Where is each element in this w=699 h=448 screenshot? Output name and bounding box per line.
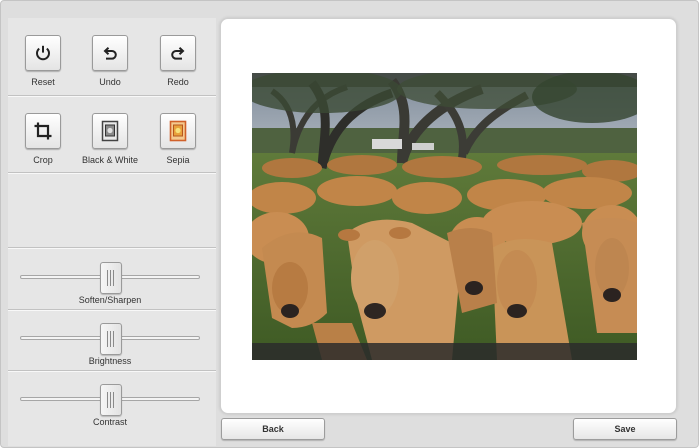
divider bbox=[8, 172, 216, 174]
black-white-icon bbox=[92, 113, 128, 149]
sepia-icon bbox=[160, 113, 196, 149]
redo-label: Redo bbox=[167, 77, 189, 87]
cattle-photo bbox=[252, 73, 637, 360]
image-canvas bbox=[220, 18, 677, 414]
crop-button[interactable]: Crop bbox=[13, 113, 73, 165]
soften-sharpen-label: Soften/Sharpen bbox=[78, 295, 142, 305]
sepia-button[interactable]: Sepia bbox=[148, 113, 208, 165]
divider bbox=[8, 95, 216, 97]
save-button[interactable]: Save bbox=[573, 418, 677, 440]
undo-button[interactable]: Undo bbox=[80, 35, 140, 87]
reset-button[interactable]: Reset bbox=[13, 35, 73, 87]
black-white-button[interactable]: Black & White bbox=[80, 113, 140, 165]
black-white-label: Black & White bbox=[81, 155, 139, 165]
brightness-label: Brightness bbox=[88, 356, 132, 366]
soften-sharpen-slider[interactable]: Soften/Sharpen bbox=[20, 253, 200, 313]
contrast-label: Contrast bbox=[92, 417, 127, 427]
photo-preview[interactable] bbox=[252, 73, 637, 360]
power-icon bbox=[25, 35, 61, 71]
undo-label: Undo bbox=[99, 77, 121, 87]
crop-icon bbox=[25, 113, 61, 149]
reset-label: Reset bbox=[31, 77, 55, 87]
undo-icon bbox=[92, 35, 128, 71]
crop-label: Crop bbox=[33, 155, 53, 165]
slider-thumb[interactable] bbox=[100, 323, 122, 355]
redo-button[interactable]: Redo bbox=[148, 35, 208, 87]
slider-thumb[interactable] bbox=[100, 262, 122, 294]
contrast-slider[interactable]: Contrast bbox=[20, 375, 200, 435]
redo-icon bbox=[160, 35, 196, 71]
photo-editor-window: Reset Undo Redo Crop Black & White Sepia… bbox=[0, 0, 699, 448]
slider-thumb[interactable] bbox=[100, 384, 122, 416]
sepia-label: Sepia bbox=[166, 155, 190, 165]
back-button[interactable]: Back bbox=[221, 418, 325, 440]
brightness-slider[interactable]: Brightness bbox=[20, 314, 200, 374]
tool-sidebar: Reset Undo Redo Crop Black & White Sepia… bbox=[8, 18, 216, 446]
divider bbox=[8, 370, 216, 372]
divider bbox=[8, 309, 216, 311]
divider bbox=[8, 247, 216, 249]
